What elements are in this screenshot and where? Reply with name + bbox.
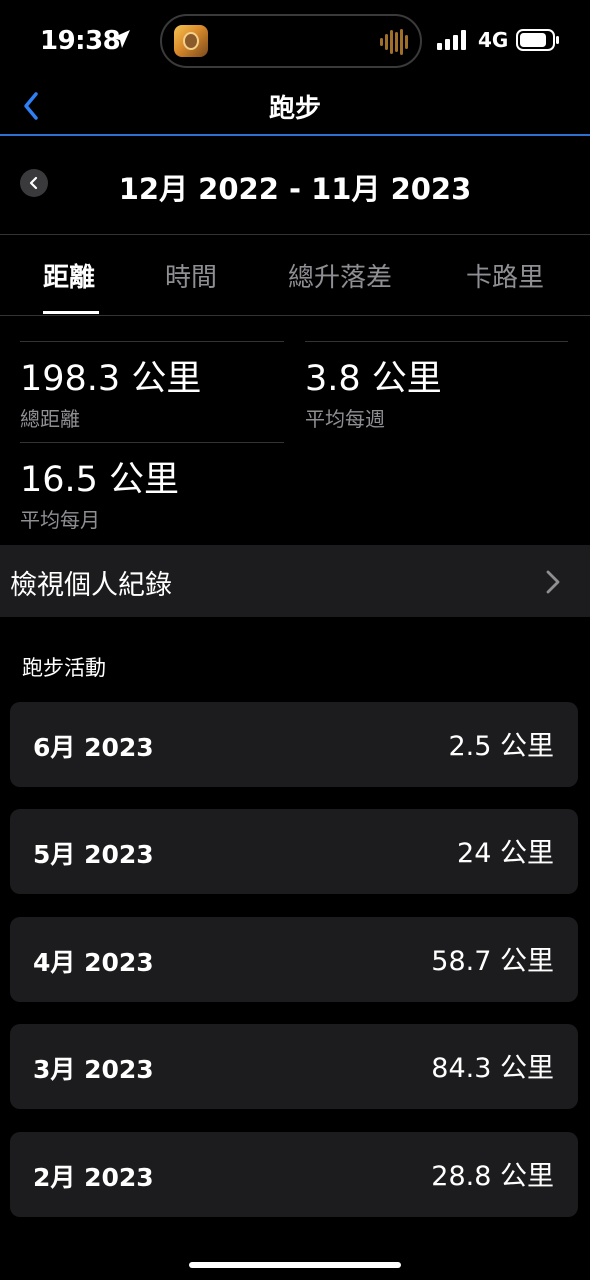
page-title: 跑步: [268, 94, 321, 124]
tab-distance[interactable]: 距離: [43, 257, 95, 294]
active-tab-indicator: [43, 311, 99, 314]
card-month: 3月 2023: [33, 1055, 154, 1084]
stat-total-distance: 198.3 公里 總距離: [20, 350, 201, 432]
activity-month-card[interactable]: 2月 2023 28.8 公里: [10, 1132, 578, 1217]
stat-label: 平均每週: [305, 407, 385, 431]
stat-monthly-average: 16.5 公里 平均每月: [20, 451, 179, 533]
card-distance: 28.8 公里: [431, 1161, 554, 1192]
card-month: 4月 2023: [33, 948, 154, 977]
stat-value: 3.8 公里: [305, 359, 442, 399]
home-indicator[interactable]: [189, 1262, 401, 1268]
battery-icon: [516, 29, 559, 51]
card-month: 2月 2023: [33, 1163, 154, 1192]
tab-time[interactable]: 時間: [165, 257, 217, 294]
card-month: 5月 2023: [33, 840, 154, 869]
nav-bar: 跑步: [0, 80, 590, 136]
tab-calories[interactable]: 卡路里: [466, 257, 544, 294]
cellular-signal-icon: [437, 30, 466, 50]
card-distance: 84.3 公里: [431, 1053, 554, 1084]
stat-label: 總距離: [20, 407, 80, 431]
stat-weekly-average: 3.8 公里 平均每週: [305, 350, 442, 432]
music-app-icon: [174, 25, 208, 57]
activity-month-card[interactable]: 5月 2023 24 公里: [10, 809, 578, 894]
status-time: 19:38: [40, 26, 121, 56]
records-label: 檢視個人紀錄: [10, 570, 172, 601]
divider: [20, 341, 284, 342]
activity-month-card[interactable]: 4月 2023 58.7 公里: [10, 917, 578, 1002]
card-distance: 2.5 公里: [448, 731, 554, 762]
chevron-right-icon: [546, 570, 560, 594]
audio-waveform-icon: [380, 29, 408, 55]
section-heading: 跑步活動: [22, 656, 106, 680]
stat-value: 198.3 公里: [20, 359, 202, 399]
network-type: 4G: [478, 28, 509, 52]
card-month: 6月 2023: [33, 733, 154, 762]
divider: [305, 341, 568, 342]
dynamic-island[interactable]: [160, 14, 422, 68]
activity-month-card[interactable]: 3月 2023 84.3 公里: [10, 1024, 578, 1109]
status-bar: 19:38 4G: [0, 0, 590, 80]
stat-label: 平均每月: [20, 508, 100, 532]
divider: [20, 442, 284, 443]
location-arrow-icon: [112, 30, 130, 48]
tab-elevation[interactable]: 總升落差: [288, 257, 392, 294]
activity-month-card[interactable]: 6月 2023 2.5 公里: [10, 702, 578, 787]
date-range-label: 12月 2022 - 11月 2023: [118, 172, 472, 206]
stat-value: 16.5 公里: [20, 460, 180, 500]
date-range-selector: 12月 2022 - 11月 2023: [0, 136, 590, 235]
view-personal-records-row[interactable]: 檢視個人紀錄: [0, 545, 590, 617]
card-distance: 24 公里: [457, 838, 554, 869]
card-distance: 58.7 公里: [431, 946, 554, 977]
metric-tabs: 距離 時間 總升落差 卡路里: [0, 235, 590, 316]
